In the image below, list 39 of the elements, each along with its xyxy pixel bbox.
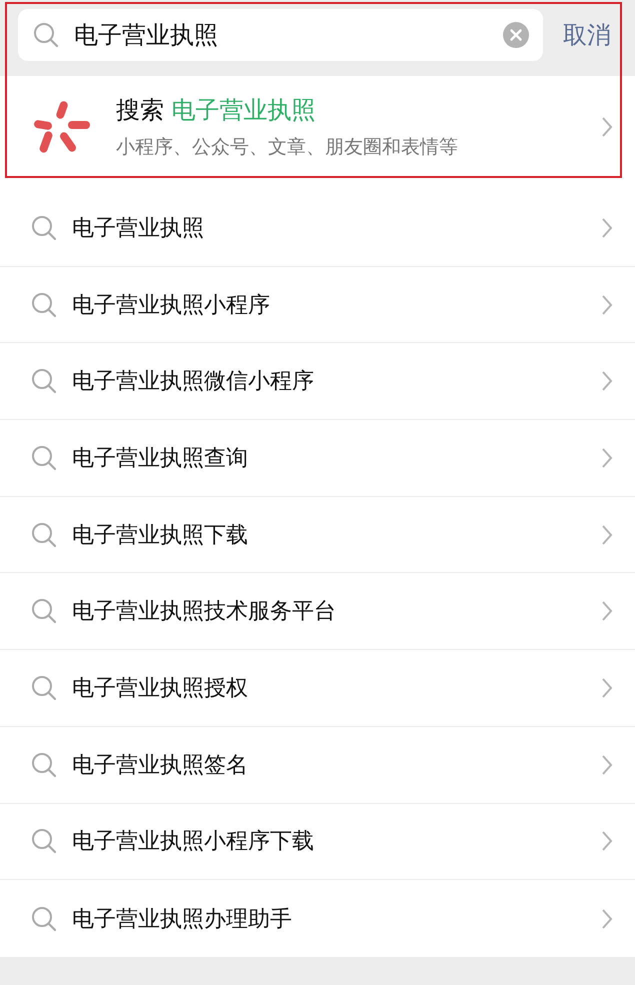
search-icon — [30, 827, 58, 856]
suggestion-item[interactable]: 电子营业执照 — [0, 190, 635, 267]
suggestion-item[interactable]: 电子营业执照微信小程序 — [0, 343, 635, 420]
search-icon — [30, 674, 58, 702]
suggestion-item[interactable]: 电子营业执照签名 — [0, 726, 635, 804]
suggestion-item[interactable]: 电子营业执照下载 — [0, 496, 635, 574]
suggestion-item[interactable]: 电子营业执照小程序 — [0, 266, 635, 344]
search-icon — [30, 520, 58, 549]
cancel-button[interactable]: 取消 — [563, 19, 611, 51]
search-field[interactable]: 电子营业执照 — [18, 9, 543, 61]
search-icon — [32, 21, 60, 49]
chevron-icon — [601, 524, 613, 546]
search-icon — [30, 597, 58, 626]
search-icon — [30, 367, 58, 396]
chevron-icon — [601, 908, 613, 930]
chevron-icon — [601, 216, 613, 239]
suggestion-item[interactable]: 电子营业执照查询 — [0, 420, 635, 497]
chevron-icon — [601, 446, 613, 469]
chevron-icon — [601, 116, 613, 138]
search-all-subtitle: 小程序、公众号、文章、朋友圈和表情等 — [116, 135, 459, 160]
search-icon — [30, 750, 58, 779]
chevron-icon — [601, 370, 613, 392]
search-icon — [30, 444, 58, 472]
suggestion-item[interactable]: 电子营业执照技术服务平台 — [0, 573, 635, 650]
chevron-icon — [601, 830, 613, 852]
suggestion-item[interactable]: 电子营业执照小程序下载 — [0, 804, 635, 880]
chevron-icon — [601, 294, 613, 316]
chevron-icon — [601, 754, 613, 776]
query-text: 电子营业执照 — [74, 20, 219, 51]
search-all-title: 搜索 电子营业执照 — [116, 95, 317, 126]
clear-icon[interactable] — [503, 22, 529, 48]
chevron-icon — [601, 676, 613, 699]
search-icon — [30, 214, 58, 242]
search-icon — [30, 904, 58, 933]
suggestion-item[interactable]: 电子营业执照授权 — [0, 650, 635, 727]
search-all-row[interactable]: 搜索 电子营业执照 小程序、公众号、文章、朋友圈和表情等 — [0, 76, 635, 190]
suggestion-item[interactable]: 电子营业执照办理助手 — [0, 880, 635, 957]
chevron-icon — [601, 600, 613, 622]
search-icon — [30, 290, 58, 319]
